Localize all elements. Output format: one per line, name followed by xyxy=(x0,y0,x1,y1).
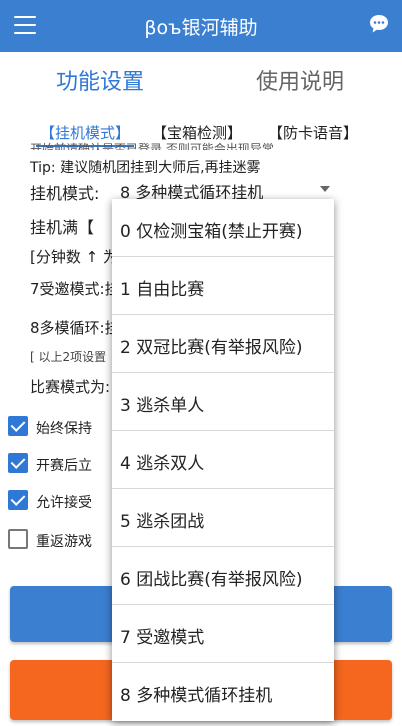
invite-mode-label: 7受邀模式:挂 xyxy=(30,280,120,298)
subtab-anti-stuck-voice[interactable]: 【防卡语音】 xyxy=(268,122,358,143)
checkbox-label: 开赛后立 xyxy=(36,458,92,474)
tip-text: Tip: 建议随机团挂到大师后,再挂迷雾 xyxy=(30,160,261,176)
top-app-bar: βoъ银河辅助 xyxy=(0,0,402,52)
dropdown-option[interactable]: 1 自由比赛 xyxy=(112,257,334,315)
dropdown-option[interactable]: 7 受邀模式 xyxy=(112,605,334,663)
app-title: βoъ银河辅助 xyxy=(144,17,258,39)
dropdown-option[interactable]: 8 多种模式循环挂机 xyxy=(112,663,334,721)
dropdown-option[interactable]: 6 团战比赛(有举报风险) xyxy=(112,547,334,605)
tab-function-settings[interactable]: 功能设置 xyxy=(56,64,144,96)
chat-bubble-icon[interactable] xyxy=(368,13,390,35)
overlap-notice: 开始前请确认是否已登录,否则可能会出现异常 xyxy=(30,142,274,150)
checkbox-checked-icon[interactable] xyxy=(8,453,28,473)
checkbox-checked-icon[interactable] xyxy=(8,490,28,510)
dropdown-option[interactable]: 0 仅检测宝箱(禁止开赛) xyxy=(112,199,334,257)
checkbox-checked-icon[interactable] xyxy=(8,416,28,436)
afk-mode-dropdown: 0 仅检测宝箱(禁止开赛) 1 自由比赛 2 双冠比赛(有举报风险) 3 逃杀单… xyxy=(112,199,334,721)
settings-note: [ 以上2项设置 xyxy=(30,350,107,364)
dropdown-option[interactable]: 2 双冠比赛(有举报风险) xyxy=(112,315,334,373)
checkbox-label: 重返游戏 xyxy=(36,534,92,550)
afk-mode-label: 挂机模式: xyxy=(30,184,100,203)
multi-mode-label: 8多模循环:挂 xyxy=(30,319,120,337)
dropdown-option[interactable]: 4 逃杀双人 xyxy=(112,431,334,489)
dropdown-option[interactable]: 5 逃杀团战 xyxy=(112,489,334,547)
afk-full-label: 挂机满【 xyxy=(30,218,95,237)
minutes-label: [分钟数 ↑ 为 xyxy=(30,248,118,266)
tab-usage-instructions[interactable]: 使用说明 xyxy=(256,64,344,96)
main-tabs: 功能设置 使用说明 xyxy=(0,52,402,110)
dropdown-option[interactable]: 3 逃杀单人 xyxy=(112,373,334,431)
checkbox-unchecked-icon[interactable] xyxy=(8,529,28,549)
checkbox-label: 允许接受 xyxy=(36,495,92,511)
match-mode-label: 比赛模式为: xyxy=(30,378,111,396)
checkbox-label: 始终保持 xyxy=(36,421,92,437)
dropdown-arrow-icon xyxy=(320,186,330,192)
